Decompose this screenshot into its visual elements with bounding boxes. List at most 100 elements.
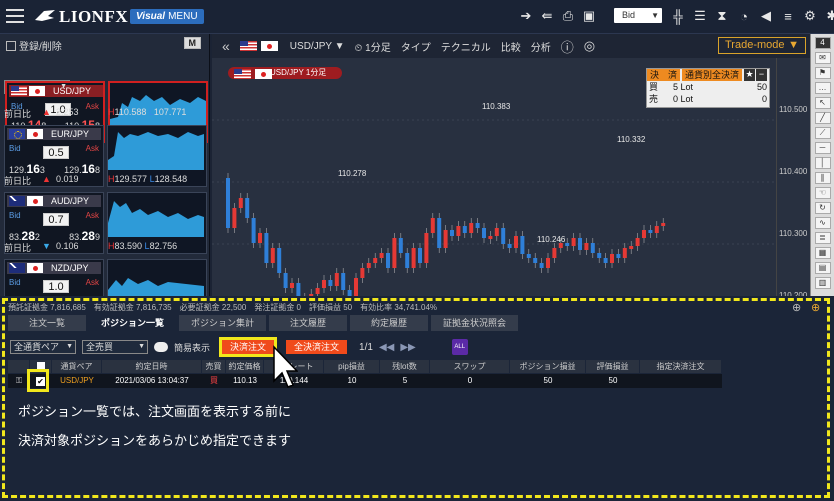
alert-icon[interactable]: ⚑ bbox=[814, 67, 831, 79]
m-button[interactable]: M bbox=[183, 37, 201, 49]
chart-symbol-select[interactable]: USD/JPY ▼ bbox=[290, 41, 345, 52]
line-icon[interactable]: ╱ bbox=[814, 112, 831, 124]
erase-icon[interactable]: ▥ bbox=[814, 277, 831, 289]
target-icon[interactable]: ◎ bbox=[584, 38, 595, 54]
chart-menu-technical[interactable]: テクニカル bbox=[441, 39, 491, 54]
candle bbox=[360, 268, 365, 278]
print-icon[interactable]: ⎙ bbox=[560, 8, 576, 24]
candle bbox=[270, 248, 275, 263]
rate-card-footer: 前日比 ▼ 0.106 H83.590 L82.756 bbox=[4, 241, 178, 253]
cell-date: 2021/03/06 13:04:37 bbox=[115, 376, 189, 385]
jp-flag-icon bbox=[260, 41, 278, 51]
scroll-down-icon[interactable]: ⊕ bbox=[792, 301, 801, 314]
trade-mode-select[interactable]: Trade-mode ▼ bbox=[718, 37, 806, 54]
candle bbox=[251, 218, 256, 243]
flag-icons bbox=[9, 129, 45, 139]
settle-window: 決 済 通貨別全決済 ★ − 買5 Lot 50 売0 Lot 0 bbox=[646, 68, 770, 108]
candle bbox=[450, 230, 454, 236]
tab-orders[interactable]: 注文一覧 bbox=[8, 315, 86, 331]
settle-order-button[interactable]: 決済注文 bbox=[219, 337, 278, 357]
prev-page-icon[interactable]: ◀◀ bbox=[379, 342, 394, 353]
table-row[interactable]: ⚿ USD/JPY 2021/03/06 13:04:37 買 110.13 1… bbox=[8, 374, 722, 388]
settings-icon[interactable]: ⚙ bbox=[802, 8, 818, 24]
chat-icon[interactable]: … bbox=[814, 82, 831, 94]
window-export-icon[interactable]: ➔ bbox=[518, 8, 534, 24]
save-icon[interactable]: ▣ bbox=[581, 8, 597, 24]
candle bbox=[661, 223, 666, 226]
prev-label: 前日比 bbox=[4, 243, 32, 253]
mini-chart bbox=[107, 259, 207, 296]
rate-card-nzdjpy[interactable]: NZD/JPY Bid 1.0 Ask bbox=[4, 259, 207, 296]
layout-count-button[interactable]: 4 bbox=[814, 37, 831, 49]
top-bar: LIONFX VisualMENU ➔ ⇚ ⎙ ▣ Bid ╬ ☰ ⧗ ◔ ◀ … bbox=[0, 0, 834, 34]
window-import-icon[interactable]: ⇚ bbox=[539, 8, 555, 24]
horizontal-line-icon[interactable]: ─ bbox=[814, 142, 831, 154]
chart-menu-type[interactable]: タイプ bbox=[401, 39, 431, 54]
visual-menu-button[interactable]: Visual MENU bbox=[130, 9, 204, 24]
gann-icon[interactable]: ▦ bbox=[814, 247, 831, 259]
candle bbox=[552, 248, 557, 258]
flag-icons bbox=[11, 86, 47, 96]
price-annotation: 110.278 bbox=[338, 169, 367, 178]
candle bbox=[462, 226, 467, 233]
candle bbox=[514, 236, 518, 248]
settle-by-currency-button[interactable]: 通貨別全決済 bbox=[682, 69, 743, 81]
cell-eval-pl: 50 bbox=[608, 376, 618, 385]
calendar-icon[interactable]: ≡ bbox=[780, 8, 796, 24]
tab-positions[interactable]: ポジション一覧 bbox=[89, 315, 177, 331]
candle bbox=[443, 230, 448, 248]
vertical-line-icon[interactable]: │ bbox=[814, 157, 831, 169]
info-icon[interactable]: ⓘ bbox=[561, 37, 574, 56]
settle-button[interactable]: 決 済 bbox=[647, 69, 681, 81]
register-delete-icon[interactable] bbox=[6, 41, 16, 51]
scroll-up-icon[interactable]: ⊕ bbox=[811, 301, 820, 314]
trendline-icon[interactable]: ⟋ bbox=[814, 127, 831, 139]
candle bbox=[341, 273, 346, 290]
candle bbox=[507, 244, 512, 248]
row-checkbox[interactable]: ✔ bbox=[36, 377, 45, 386]
hourglass-icon[interactable]: ⧗ bbox=[714, 8, 730, 24]
currency-filter-select[interactable]: 全通貨ペア bbox=[10, 340, 76, 354]
lion-logo-icon bbox=[35, 10, 55, 21]
hand-icon[interactable]: ☜ bbox=[814, 187, 831, 199]
text-icon[interactable]: ▤ bbox=[814, 262, 831, 274]
order-icon[interactable]: ☰ bbox=[692, 8, 708, 24]
wave-icon[interactable]: ∿ bbox=[814, 217, 831, 229]
row-checkbox-highlight: ✔ bbox=[27, 369, 49, 392]
app-logo: LIONFX bbox=[34, 7, 128, 27]
tab-position-summary[interactable]: ポジション集計 bbox=[179, 315, 267, 331]
cycle-icon[interactable]: ↻ bbox=[814, 202, 831, 214]
news-icon[interactable]: ◀ bbox=[758, 8, 774, 24]
price-type-select[interactable]: Bid bbox=[614, 8, 662, 23]
pin-icon[interactable]: ★ bbox=[744, 69, 756, 81]
chart-menu-compare[interactable]: 比較 bbox=[501, 39, 521, 54]
fibonacci-icon[interactable]: ≣ bbox=[814, 232, 831, 244]
tools-icon[interactable]: ✱ bbox=[824, 8, 834, 24]
simple-display-toggle[interactable] bbox=[154, 342, 168, 352]
channel-icon[interactable]: ∥ bbox=[814, 172, 831, 184]
rate-card-footer: 前日比 ▲ 2.253 H110.588 L107.771 bbox=[4, 107, 187, 119]
cell-pair: USD/JPY bbox=[60, 376, 94, 385]
select-all-button[interactable]: ALL bbox=[451, 339, 468, 355]
crosshair-icon[interactable]: ╬ bbox=[670, 8, 686, 24]
cursor-icon[interactable]: ↖ bbox=[814, 97, 831, 109]
mouse-cursor-icon bbox=[273, 345, 298, 388]
chart-menu-analysis[interactable]: 分析 bbox=[531, 39, 551, 54]
tab-margin-status[interactable]: 証拠金状況照会 bbox=[431, 315, 519, 331]
candle bbox=[334, 273, 339, 286]
candle bbox=[475, 223, 480, 228]
rate-card-usdjpy[interactable]: USD/JPY Bid 1.0 Ask 110.148 110.158 bbox=[4, 80, 208, 143]
hamburger-menu-icon[interactable] bbox=[6, 9, 24, 23]
register-delete-label[interactable]: 登録/削除 bbox=[19, 42, 62, 53]
minimize-icon[interactable]: − bbox=[756, 69, 768, 81]
timeframe-button[interactable]: ⏲ 1分足 bbox=[355, 39, 391, 54]
pie-chart-icon[interactable]: ◔ bbox=[736, 8, 752, 24]
tab-execution-history[interactable]: 約定履歴 bbox=[350, 315, 429, 331]
mail-icon[interactable]: ✉ bbox=[814, 52, 831, 64]
next-page-icon[interactable]: ▶▶ bbox=[400, 342, 415, 353]
side-filter-select[interactable]: 全売買 bbox=[82, 340, 148, 354]
us-flag-icon bbox=[239, 41, 257, 51]
tab-order-history[interactable]: 注文履歴 bbox=[269, 315, 348, 331]
price-annotation: 110.332 bbox=[617, 135, 646, 144]
collapse-panel-icon[interactable]: « bbox=[222, 38, 230, 54]
